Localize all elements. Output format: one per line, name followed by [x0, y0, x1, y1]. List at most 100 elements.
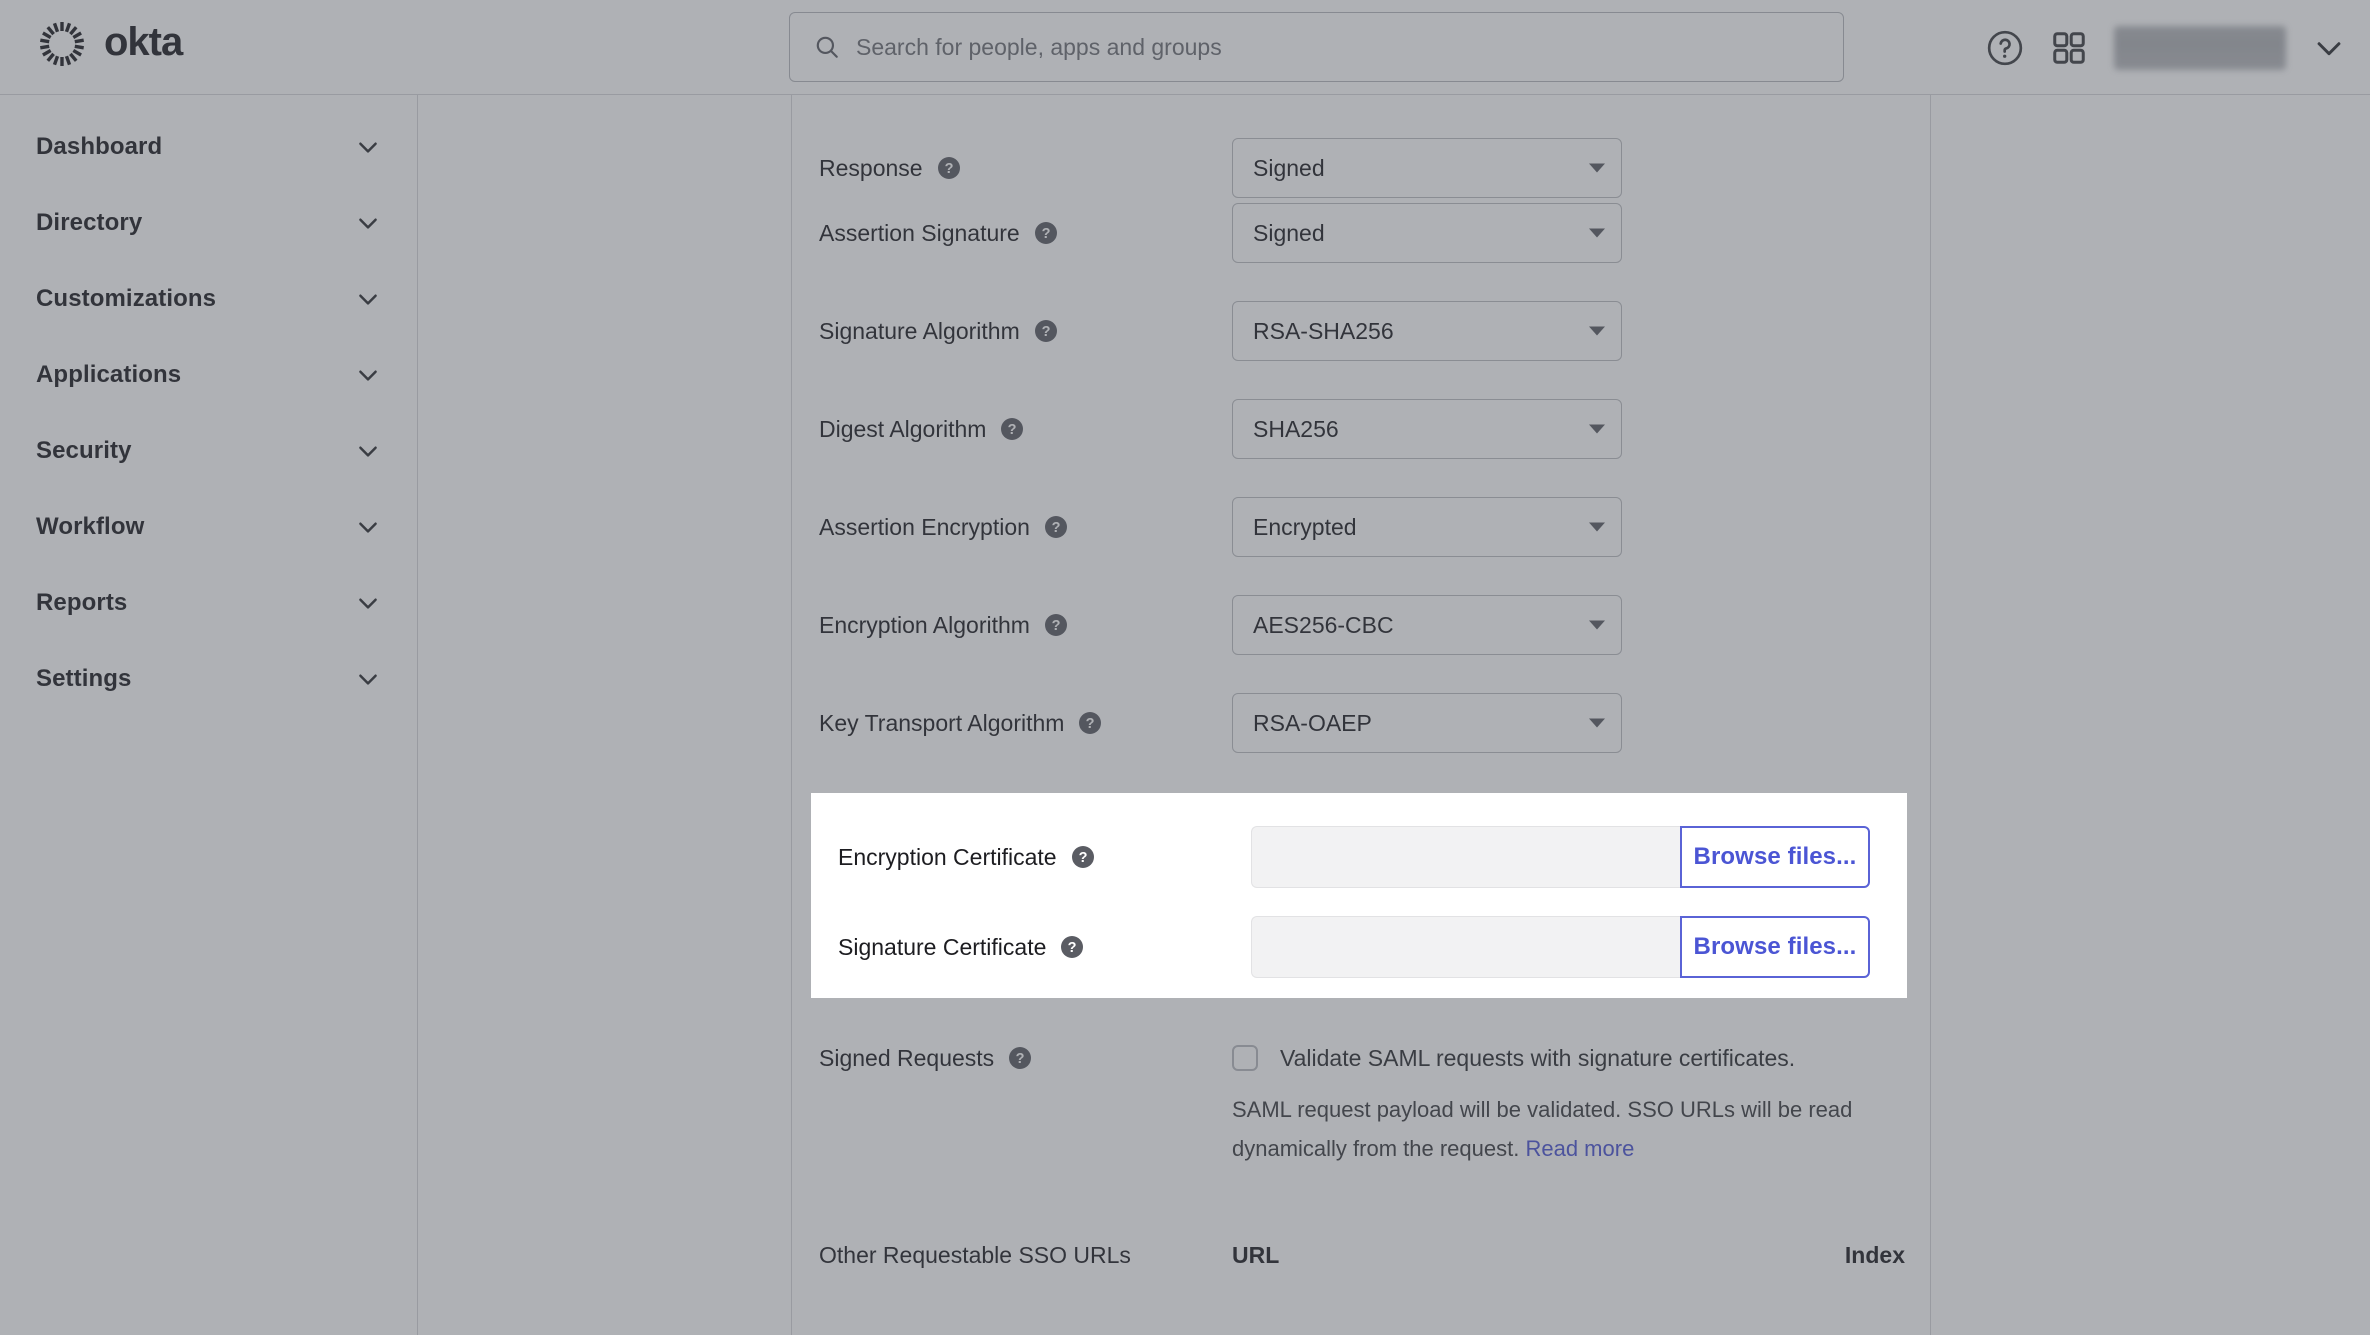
help-circle-icon[interactable]: ? — [1044, 613, 1068, 637]
field-control: RSA-SHA256 — [1232, 288, 1932, 374]
search-input[interactable] — [856, 33, 1819, 61]
chevron-down-icon — [359, 218, 377, 229]
column-header-url: URL — [1232, 1241, 1280, 1268]
signature-certificate-browse-button[interactable]: Browse files... — [1680, 916, 1870, 978]
sidebar-item-directory[interactable]: Directory — [0, 185, 417, 261]
svg-text:?: ? — [1008, 422, 1017, 438]
signed-requests-checkbox-row[interactable]: Validate SAML requests with signature ce… — [1232, 1045, 1795, 1072]
field-label-text: Encryption Algorithm — [819, 611, 1030, 638]
svg-text:?: ? — [1052, 520, 1061, 536]
help-circle-icon[interactable]: ? — [1071, 845, 1095, 869]
signature-certificate-filename-input[interactable] — [1251, 916, 1680, 978]
field-label: Assertion Encryption ? — [792, 484, 1232, 570]
form-row-key-transport-algorithm: Key Transport Algorithm ? RSA-OAEP — [792, 680, 1932, 766]
chevron-down-icon — [359, 674, 377, 685]
chevron-down-icon — [359, 294, 377, 305]
digest-algorithm-select[interactable]: SHA256 — [1232, 399, 1622, 459]
help-circle-icon[interactable]: ? — [1078, 711, 1102, 735]
assertion-signature-select[interactable]: Signed — [1232, 203, 1622, 263]
select-value: RSA-SHA256 — [1253, 317, 1394, 344]
form-row-assertion-encryption: Assertion Encryption ? Encrypted — [792, 484, 1932, 570]
help-circle-icon[interactable] — [1986, 29, 2024, 67]
sidebar-item-customizations[interactable]: Customizations — [0, 261, 417, 337]
column-header-index: Index — [1844, 1241, 1905, 1268]
select-value: Signed — [1253, 154, 1325, 181]
field-label-text: Signed Requests — [819, 1044, 995, 1071]
global-search-box[interactable] — [789, 12, 1844, 82]
chevron-down-icon — [359, 142, 377, 153]
read-more-link[interactable]: Read more — [1525, 1136, 1634, 1161]
sidebar-item-applications[interactable]: Applications — [0, 337, 417, 413]
field-control: Signed — [1232, 190, 1932, 276]
chevron-down-icon — [359, 370, 377, 381]
content-area: Response ? Signed Assertion Signature ? … — [419, 95, 2370, 1335]
checkbox-label: Validate SAML requests with signature ce… — [1280, 1044, 1796, 1071]
chevron-down-icon — [359, 446, 377, 457]
sidebar-item-security[interactable]: Security — [0, 413, 417, 489]
select-value: Signed — [1253, 219, 1325, 246]
sidebar-item-label: Settings — [36, 665, 132, 692]
top-header-bar: okta — [0, 0, 2370, 95]
encryption-algorithm-select[interactable]: AES256-CBC — [1232, 595, 1622, 655]
sidebar-item-reports[interactable]: Reports — [0, 565, 417, 641]
key-transport-algorithm-select[interactable]: RSA-OAEP — [1232, 693, 1622, 753]
field-label: Signature Certificate ? — [811, 903, 1251, 991]
response-select[interactable]: Signed — [1232, 138, 1622, 198]
field-label-text: Digest Algorithm — [819, 415, 987, 442]
sidebar-item-settings[interactable]: Settings — [0, 641, 417, 717]
main-sidebar-nav: Dashboard Directory Customizations Appli… — [0, 95, 418, 1335]
signed-requests-checkbox[interactable] — [1232, 1045, 1258, 1071]
field-label: Digest Algorithm ? — [792, 386, 1232, 472]
help-circle-icon[interactable]: ? — [937, 156, 961, 180]
okta-logo[interactable]: okta — [36, 18, 183, 70]
sidebar-item-label: Dashboard — [36, 133, 163, 160]
help-circle-icon[interactable]: ? — [1034, 319, 1058, 343]
signature-algorithm-select[interactable]: RSA-SHA256 — [1232, 301, 1622, 361]
okta-admin-page: okta Search for people, apps and groups … — [0, 0, 2370, 1335]
field-label: Signed Requests ? — [792, 1023, 1232, 1093]
field-label: Key Transport Algorithm ? — [792, 680, 1232, 766]
field-label-text: Signature Algorithm — [819, 317, 1020, 344]
caret-down-icon — [1589, 718, 1605, 728]
encryption-certificate-browse-button[interactable]: Browse files... — [1680, 826, 1870, 888]
form-row-digest-algorithm: Digest Algorithm ? SHA256 — [792, 386, 1932, 472]
help-circle-icon[interactable]: ? — [1060, 935, 1084, 959]
sidebar-item-workflow[interactable]: Workflow — [0, 489, 417, 565]
help-circle-icon[interactable]: ? — [1008, 1046, 1032, 1070]
chevron-down-icon — [359, 598, 377, 609]
apps-grid-icon[interactable] — [2050, 29, 2088, 67]
select-value: RSA-OAEP — [1253, 709, 1372, 736]
svg-text:?: ? — [1078, 850, 1087, 866]
form-row-other-requestable-sso-urls: Other Requestable SSO URLs URL Index — [792, 1225, 1932, 1285]
caret-down-icon — [1589, 620, 1605, 630]
assertion-encryption-select[interactable]: Encrypted — [1232, 497, 1622, 557]
field-control: Encrypted — [1232, 484, 1932, 570]
caret-down-icon — [1589, 522, 1605, 532]
select-value: AES256-CBC — [1253, 611, 1394, 638]
sidebar-item-dashboard[interactable]: Dashboard — [0, 109, 417, 185]
form-row-assertion-signature: Assertion Signature ? Signed — [792, 190, 1932, 276]
field-label-text: Other Requestable SSO URLs — [819, 1241, 1131, 1268]
encryption-certificate-filename-input[interactable] — [1251, 826, 1680, 888]
field-label-text: Encryption Certificate — [838, 843, 1057, 870]
field-label-text: Key Transport Algorithm — [819, 709, 1065, 736]
help-circle-icon[interactable]: ? — [1000, 417, 1024, 441]
help-circle-icon[interactable]: ? — [1044, 515, 1068, 539]
field-control: Validate SAML requests with signature ce… — [1232, 1023, 1932, 1093]
sso-urls-table-header: URL Index — [1232, 1225, 1932, 1285]
field-label: Other Requestable SSO URLs — [792, 1225, 1232, 1285]
field-label-text: Signature Certificate — [838, 933, 1047, 960]
form-row-signed-requests: Signed Requests ? Validate SAML requests… — [792, 1023, 1932, 1093]
chevron-down-icon[interactable] — [2312, 31, 2346, 65]
form-row-signature-certificate: Signature Certificate ? Browse files... — [811, 903, 1907, 991]
signed-requests-helper-text: SAML request payload will be validated. … — [1232, 1090, 1872, 1168]
search-icon — [816, 36, 838, 58]
select-value: SHA256 — [1253, 415, 1339, 442]
user-name-redacted[interactable] — [2114, 25, 2286, 70]
field-label: Encryption Algorithm ? — [792, 582, 1232, 668]
help-circle-icon[interactable]: ? — [1034, 221, 1058, 245]
form-row-encryption-algorithm: Encryption Algorithm ? AES256-CBC — [792, 582, 1932, 668]
caret-down-icon — [1589, 424, 1605, 434]
encryption-certificate-file-control: Browse files... — [1251, 826, 1870, 888]
caret-down-icon — [1589, 326, 1605, 336]
